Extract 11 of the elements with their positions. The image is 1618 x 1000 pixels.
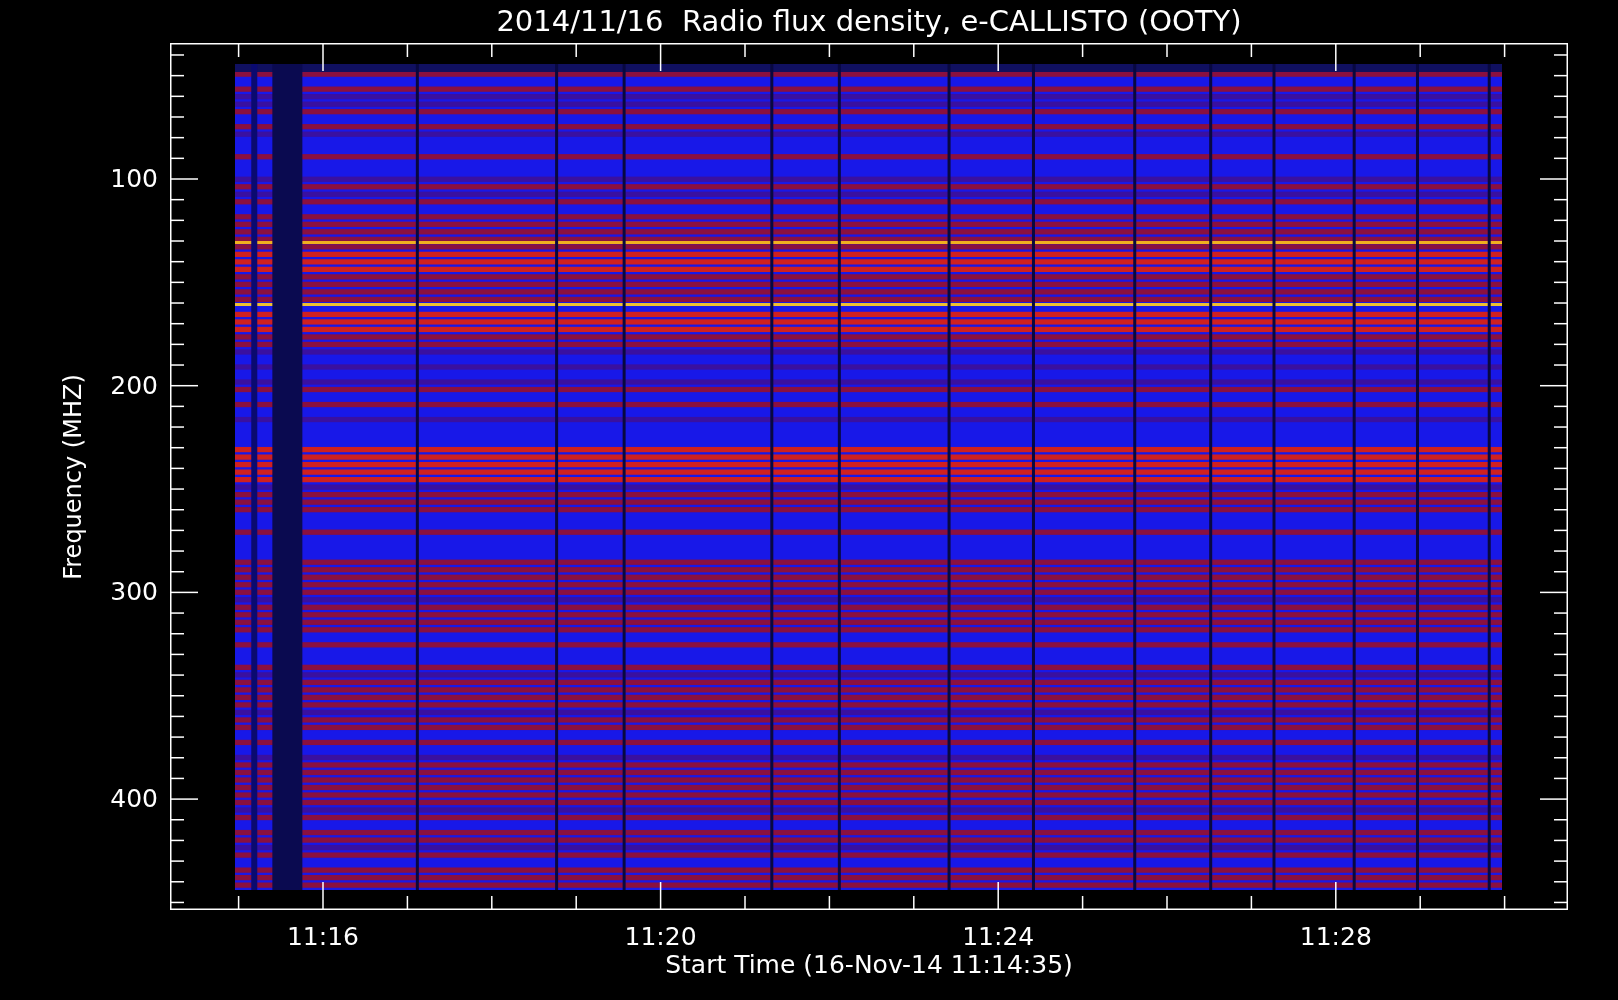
y-tick-label: 300: [110, 579, 158, 605]
y-tick-label: 100: [110, 166, 158, 191]
x-tick-label: 11:16: [285, 924, 360, 949]
x-axis-label: Start Time (16-Nov-14 11:14:35): [665, 952, 1073, 977]
chart-title: 2014/11/16 Radio flux density, e-CALLISTO (OOTY): [496, 7, 1242, 36]
y-tick-label: 200: [110, 372, 158, 398]
y-tick-label: 400: [110, 786, 158, 812]
x-tick-label: 11:20: [623, 924, 698, 949]
x-tick-label: 11:28: [1298, 924, 1373, 949]
x-tick-label: 11:24: [961, 924, 1036, 949]
y-axis-label: Frequency (MHZ): [58, 373, 88, 580]
